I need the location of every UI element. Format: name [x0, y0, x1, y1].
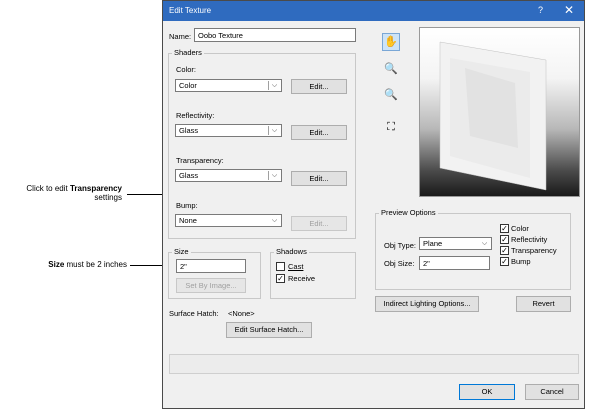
color-label: Color:	[176, 65, 197, 74]
indirect-lighting-options-button[interactable]: Indirect Lighting Options...	[375, 296, 479, 312]
transparency-select-value: Glass	[179, 171, 199, 180]
zoom-in-icon[interactable]: 🔍	[382, 61, 400, 79]
reflectivity-label: Reflectivity:	[176, 111, 215, 120]
zoom-out-icon[interactable]: 🔍	[382, 87, 400, 105]
surface-hatch-value: <None>	[228, 309, 255, 318]
preview-reflectivity-checkbox[interactable]: ✓	[500, 235, 509, 244]
bump-label: Bump:	[176, 201, 198, 210]
chevron-down-icon: ⌵	[268, 171, 280, 180]
title-bar: Edit Texture ? ✕	[163, 1, 584, 21]
ok-button[interactable]: OK	[459, 384, 515, 400]
zoom-fit-icon[interactable]: ⛶	[382, 119, 400, 137]
size-group-title: Size	[172, 247, 191, 256]
cast-checkbox[interactable]	[276, 262, 285, 271]
name-label: Name:	[169, 32, 192, 41]
edit-surface-hatch-button[interactable]: Edit Surface Hatch...	[226, 322, 312, 338]
chevron-down-icon: ⌵	[481, 240, 488, 247]
preview-color-label: Color	[511, 224, 529, 233]
preview-reflectivity-label: Reflectivity	[511, 235, 548, 244]
annotation-text: Click to edit	[26, 184, 70, 193]
preview-bump-label: Bump	[511, 257, 531, 266]
transparency-annotation: Click to edit Transparency settings	[2, 184, 122, 202]
shadows-group-title: Shadows	[274, 247, 309, 256]
name-field[interactable]: Oobo Texture	[194, 28, 356, 42]
reflectivity-edit-button[interactable]: Edit...	[291, 125, 347, 140]
cast-label: Cast	[288, 262, 304, 271]
receive-checkbox[interactable]: ✓	[276, 274, 285, 283]
obj-type-value: Plane	[423, 239, 443, 248]
preview-options-title: Preview Options	[379, 208, 438, 217]
transparency-edit-button[interactable]: Edit...	[291, 171, 347, 186]
annotation-bold-text: Transparency	[69, 184, 122, 193]
preview-color-checkbox[interactable]: ✓	[500, 224, 509, 233]
transparency-label: Transparency:	[176, 156, 224, 165]
preview-transparency-checkbox[interactable]: ✓	[500, 246, 509, 255]
cancel-button[interactable]: Cancel	[525, 384, 579, 400]
size-annotation: Size must be 2 inches	[2, 260, 127, 269]
color-select[interactable]: Color ⌵	[175, 79, 282, 92]
close-icon[interactable]: ✕	[564, 3, 574, 17]
receive-label: Receive	[288, 274, 316, 283]
texture-preview	[419, 27, 580, 197]
status-bar	[169, 354, 579, 374]
obj-type-label: Obj Type:	[384, 241, 416, 250]
reflectivity-select-value: Glass	[179, 126, 199, 135]
preview-plane-graphic	[439, 41, 547, 191]
chevron-down-icon: ⌵	[268, 126, 280, 135]
revert-button[interactable]: Revert	[516, 296, 571, 312]
annotation-text: settings	[94, 193, 122, 202]
preview-transparency-label: Transparency	[511, 246, 557, 255]
help-icon[interactable]: ?	[538, 5, 543, 15]
bump-select-value: None	[179, 216, 197, 225]
obj-size-field[interactable]: 2"	[419, 256, 490, 270]
color-edit-button[interactable]: Edit...	[291, 79, 347, 94]
window-title: Edit Texture	[169, 6, 212, 15]
annotation-bold-text: Size	[48, 260, 65, 269]
hand-icon[interactable]: ✋	[382, 33, 400, 51]
edit-texture-dialog: Edit Texture ? ✕ Name: Oobo Texture Shad…	[162, 0, 585, 409]
reflectivity-select[interactable]: Glass ⌵	[175, 124, 282, 137]
chevron-down-icon: ⌵	[271, 217, 278, 224]
obj-size-label: Obj Size:	[384, 259, 415, 268]
shaders-group-title: Shaders	[172, 48, 204, 57]
color-select-value: Color	[179, 81, 197, 90]
bump-edit-button[interactable]: Edit...	[291, 216, 347, 231]
obj-type-select[interactable]: Plane ⌵	[419, 237, 492, 250]
annotation-text: must be 2 inches	[64, 260, 127, 269]
bump-select[interactable]: None ⌵	[175, 214, 282, 227]
surface-hatch-label: Surface Hatch:	[169, 309, 219, 318]
set-by-image-button[interactable]: Set By Image...	[176, 278, 246, 293]
chevron-down-icon: ⌵	[268, 81, 280, 90]
size-field[interactable]: 2"	[176, 259, 246, 273]
transparency-select[interactable]: Glass ⌵	[175, 169, 282, 182]
preview-bump-checkbox[interactable]: ✓	[500, 257, 509, 266]
